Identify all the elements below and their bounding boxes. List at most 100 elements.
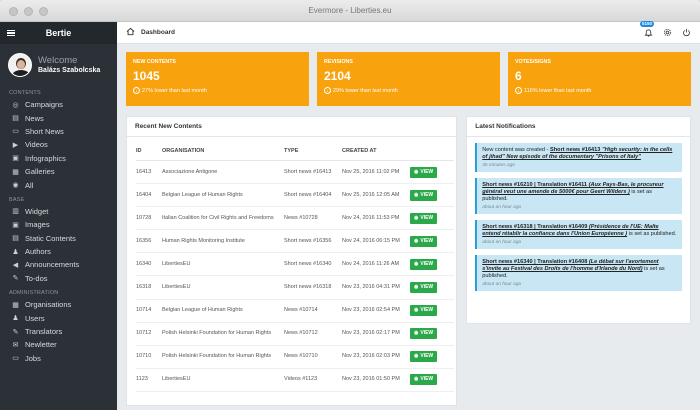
view-button[interactable]: ◉ VIEW [410,282,438,294]
column-header-created-at[interactable]: CREATED AT [342,143,410,161]
cell-created-at: Nov 24, 2016 11:53 PM [342,206,410,231]
cell-type: News #10714 [284,299,342,323]
view-button[interactable]: ◉ VIEW [410,189,438,201]
breadcrumb-dashboard[interactable]: Dashboard [141,29,175,36]
table-row: 10714 Belgian League of Human Rights New… [136,299,454,323]
stat-change-value: 116% lower [524,87,553,94]
sidebar-item-to-dos[interactable]: ✎ To-dos [0,272,117,285]
cell-id: 10710 [136,345,162,369]
sidebar-item-label: Jobs [25,353,41,363]
sidebar-item-infographics[interactable]: ▣ Infographics [0,152,117,165]
notification-link-text: Short news #16413 [550,147,602,153]
cell-created-at: Nov 24, 2016 11:26 AM [342,252,410,277]
close-window-button[interactable] [9,7,18,16]
cell-id: 1123 [136,368,162,392]
cell-created-at: Nov 23, 2016 02:17 PM [342,322,410,346]
cell-action: ◉ VIEW [410,275,454,300]
sidebar-section-title: Contents [9,90,41,96]
sidebar-item-news[interactable]: ▤ News [0,111,117,124]
sidebar-item-label: Newletter [25,340,57,350]
arrow-down-icon: ↓ [515,87,522,94]
table-row: 16404 Belgian League of Human Rights Sho… [136,183,454,208]
sidebar-item-images[interactable]: ▣ Images [0,218,117,231]
sidebar-item-label: Infographics [25,153,66,163]
notification-link[interactable]: Short news #16340 | Translation #16408 (… [482,259,658,272]
sidebar-item-announcements[interactable]: ◀ Announcements [0,258,117,271]
sidebar-item-videos[interactable]: ▶ Videos [0,138,117,151]
cell-id: 16404 [136,183,162,208]
maximize-window-button[interactable] [39,7,48,16]
stat-change: ↓ 116% lower than last month [515,87,684,94]
sidebar-item-label: Translators [25,327,63,337]
sidebar-item-label: News [25,113,44,123]
menu-icon[interactable] [7,29,15,37]
sidebar-item-short-news[interactable]: ▭ Short News [0,125,117,138]
home-icon[interactable] [126,27,135,38]
cell-type: Short news #16356 [284,229,342,254]
sidebar-item-users[interactable]: ♟ Users [0,311,117,324]
settings-button[interactable] [662,28,672,38]
view-button[interactable]: ◉ VIEW [410,258,438,270]
window-controls [9,7,48,16]
table-row: 16413 Associazione Antigone Short news #… [136,160,454,185]
sidebar-item-campaigns[interactable]: ◎ Campaigns [0,98,117,111]
notification-time: about an hour ago [482,282,522,287]
stat-card: Revisions 2104 ↓ 29% lower than last mon… [317,52,500,106]
sidebar-item-all[interactable]: ◉ All [0,178,117,191]
sidebar-item-static-contents[interactable]: ▤ Static Contents [0,232,117,245]
cell-created-at: Nov 25, 2016 11:02 PM [342,160,410,185]
view-button[interactable]: ◉ VIEW [410,305,438,317]
sidebar-item-widget[interactable]: ▥ Widget [0,205,117,218]
cell-organisation: LibertiesEU [162,368,284,392]
sidebar-item-translators[interactable]: ✎ Translators [0,325,117,338]
view-button-label: VIEW [420,237,434,244]
cell-action: ◉ VIEW [410,345,454,369]
sidebar-item-newletter[interactable]: ✉ Newletter [0,338,117,351]
target-icon: ◎ [12,101,19,109]
title-bar: Evermore - Liberties.eu [0,0,700,22]
view-button-label: VIEW [420,307,434,314]
view-button[interactable]: ◉ VIEW [410,235,438,247]
view-button-label: VIEW [420,214,434,221]
sidebar-item-label: Short News [25,126,64,136]
sidebar-item-jobs[interactable]: ▭ Jobs [0,352,117,365]
cell-action: ◉ VIEW [410,206,454,231]
breadcrumb: Dashboard [117,27,175,38]
top-header: Dashboard 5150 [117,20,700,44]
view-button[interactable]: ◉ VIEW [410,212,438,224]
sidebar-item-label: Announcements [25,260,80,270]
sidebar-section-title: Base [9,196,25,203]
notifications-button[interactable]: 5150 [640,20,655,38]
sidebar-header: Bertie [0,22,117,44]
view-button[interactable]: ◉ VIEW [410,328,438,340]
stat-change-value: 29% lower [333,87,359,94]
authors-icon: ♟ [12,248,19,256]
main-content: New contents 1045 ↓ 27% lower than last … [117,44,700,410]
brand-title: Bertie [45,28,72,38]
cell-created-at: Nov 23, 2016 04:31 PM [342,275,410,300]
table-row: 10712 Polish Helsinki Foundation for Hum… [136,322,454,346]
cell-organisation: Associazione Antigone [162,160,284,185]
column-header-organisation[interactable]: ORGANISATION [162,143,284,161]
sidebar-item-organisations[interactable]: ▦ Organisations [0,298,117,311]
arrow-down-icon: ↓ [133,87,140,94]
cell-id: 16413 [136,160,162,185]
notification-prefix: New content was created - [482,147,551,153]
view-button-label: VIEW [420,376,434,383]
table-row: 1123 LibertiesEU Videos #1123 Nov 23, 20… [136,368,454,392]
cell-organisation: Belgian League of Human Rights [162,299,284,323]
logout-button[interactable] [681,28,691,38]
sidebar-item-authors[interactable]: ♟ Authors [0,245,117,258]
minimize-window-button[interactable] [24,7,33,16]
cell-type: Short news #16340 [284,252,342,277]
view-button[interactable]: ◉ VIEW [410,166,438,178]
notification-link-text: Short news #16340 | Translation #16408 [482,259,589,265]
column-header-type[interactable]: TYPE [284,143,342,161]
view-button[interactable]: ◉ VIEW [410,351,438,363]
notification-link-text: Short news #16210 | Translation #16411 [482,182,589,188]
avatar[interactable] [8,53,32,77]
sidebar-item-galleries[interactable]: ▦ Galleries [0,165,117,178]
column-header-id[interactable]: ID [136,143,162,161]
view-button[interactable]: ◉ VIEW [410,374,438,386]
sidebar-item-label: Images [25,220,50,230]
